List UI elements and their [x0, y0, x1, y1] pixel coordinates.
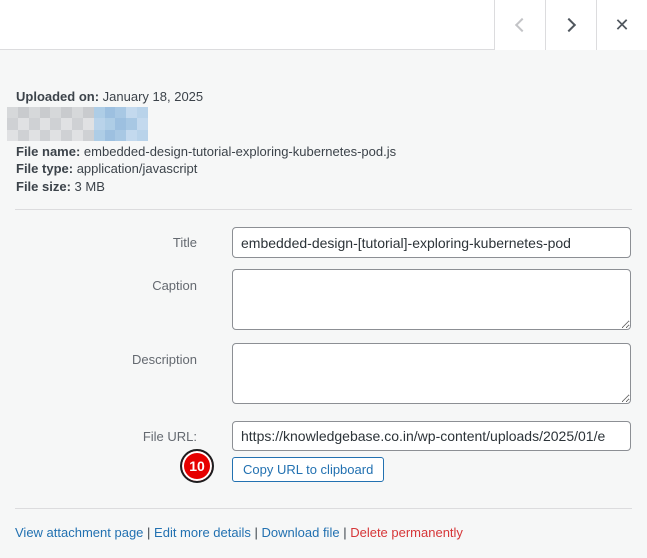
- attachment-actions: View attachment page | Edit more details…: [15, 525, 463, 541]
- title-input[interactable]: [232, 227, 631, 258]
- previous-attachment-button[interactable]: [494, 0, 545, 50]
- uploaded-on-line: Uploaded on: January 18, 2025: [16, 89, 203, 105]
- modal-header: ✕: [0, 0, 647, 50]
- description-row: Description: [16, 343, 631, 409]
- file-name-label: File name:: [16, 144, 81, 159]
- description-textarea[interactable]: [232, 343, 631, 404]
- file-name-value: embedded-design-tutorial-exploring-kuber…: [83, 144, 397, 159]
- file-type-value: application/javascript: [76, 161, 198, 176]
- chevron-right-icon: [561, 17, 577, 33]
- redacted-uploaded-by-mosaic: [7, 107, 148, 141]
- file-size-label: File size:: [16, 179, 71, 194]
- file-url-row: File URL:: [16, 421, 631, 451]
- file-url-label: File URL:: [142, 428, 197, 444]
- modal-nav-buttons: ✕: [494, 0, 647, 50]
- chevron-left-icon: [514, 17, 530, 33]
- caption-textarea[interactable]: [232, 269, 631, 330]
- link-separator: |: [147, 525, 151, 540]
- close-modal-button[interactable]: ✕: [596, 0, 647, 50]
- close-icon: ✕: [614, 15, 630, 35]
- file-type-label: File type:: [16, 161, 74, 176]
- edit-more-details-link[interactable]: Edit more details: [154, 525, 251, 540]
- file-size-line: File size: 3 MB: [16, 179, 105, 195]
- file-name-line: File name: embedded-design-tutorial-expl…: [16, 144, 396, 160]
- annotation-step-badge: 10: [180, 449, 214, 483]
- file-url-input[interactable]: [232, 421, 631, 451]
- description-label: Description: [131, 352, 197, 367]
- title-label: Title: [172, 235, 197, 250]
- uploaded-on-value: January 18, 2025: [102, 89, 204, 104]
- copy-url-button[interactable]: Copy URL to clipboard: [232, 457, 385, 482]
- delete-permanently-link[interactable]: Delete permanently: [350, 525, 463, 540]
- uploaded-on-label: Uploaded on:: [16, 89, 100, 104]
- caption-row: Caption: [16, 269, 631, 335]
- file-type-line: File type: application/javascript: [16, 161, 197, 177]
- link-separator: |: [254, 525, 258, 540]
- file-size-value: 3 MB: [74, 179, 105, 194]
- next-attachment-button[interactable]: [545, 0, 596, 50]
- attachment-details-modal: ✕ Uploaded on: January 18, 2025 File nam…: [0, 0, 647, 558]
- link-separator: |: [343, 525, 347, 540]
- copy-url-row: 10 Copy URL to clipboard: [16, 449, 631, 483]
- footer-divider: [15, 508, 632, 509]
- details-divider: [15, 209, 632, 210]
- download-file-link[interactable]: Download file: [262, 525, 340, 540]
- title-row: Title: [16, 227, 631, 258]
- view-attachment-page-link[interactable]: View attachment page: [15, 525, 143, 540]
- caption-label: Caption: [152, 278, 197, 293]
